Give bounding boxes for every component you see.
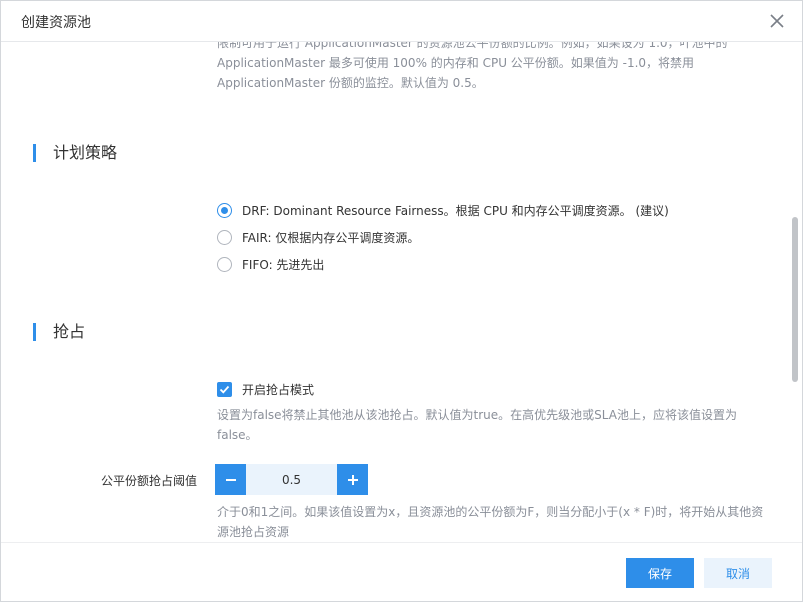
minus-icon — [225, 478, 236, 481]
dialog-title: 创建资源池 — [21, 15, 91, 31]
increment-button[interactable] — [337, 464, 368, 495]
check-icon — [219, 385, 230, 394]
threshold-input[interactable] — [246, 464, 337, 495]
radio-fair-label: FAIR: 仅根据内存公平调度资源。 — [242, 230, 420, 245]
radio-drf-label: DRF: Dominant Resource Fairness。根据 CPU 和… — [242, 203, 669, 218]
threshold-stepper[interactable] — [215, 464, 368, 495]
scheduling-policy-title: 计划策略 — [33, 144, 117, 162]
am-share-description: 限制可用于运行 ApplicationMaster 的资源池公平份额的比例。例如… — [217, 42, 728, 90]
radio-fifo-control[interactable] — [217, 256, 232, 272]
close-icon — [770, 14, 784, 28]
cancel-button[interactable]: 取消 — [704, 558, 772, 588]
enable-preemption-description: 设置为false将禁止其他池从该池抢占。默认值为true。在高优先级池或SLA池… — [217, 408, 737, 442]
enable-preemption-label: 开启抢占模式 — [242, 382, 315, 397]
close-button[interactable] — [766, 10, 788, 32]
radio-drf-control[interactable] — [217, 202, 232, 218]
scrollbar-thumb[interactable] — [792, 217, 798, 382]
threshold-label: 公平份额抢占阈值 — [100, 474, 197, 488]
radio-fifo-label: FIFO: 先进先出 — [242, 257, 325, 272]
save-button[interactable]: 保存 — [626, 558, 694, 588]
dialog-footer: 保存 取消 — [1, 542, 802, 601]
radio-drf[interactable]: DRF: Dominant Resource Fairness。根据 CPU 和… — [217, 201, 669, 219]
dialog-header: 创建资源池 — [1, 1, 802, 42]
radio-fifo[interactable]: FIFO: 先进先出 — [217, 255, 324, 273]
enable-preemption-checkbox[interactable]: 开启抢占模式 — [217, 381, 314, 397]
radio-fair-control[interactable] — [217, 229, 232, 245]
enable-preemption-control[interactable] — [217, 381, 232, 397]
radio-fair[interactable]: FAIR: 仅根据内存公平调度资源。 — [217, 228, 419, 246]
plus-icon — [347, 474, 358, 485]
create-resource-pool-dialog: 创建资源池 限制可用于运行 ApplicationMaster 的资源池公平份额… — [0, 0, 803, 602]
preemption-title: 抢占 — [33, 323, 85, 341]
threshold-description: 介于0和1之间。如果该值设置为x，且资源池的公平份额为F，则当分配小于(x * … — [217, 505, 764, 539]
dialog-body[interactable]: 限制可用于运行 ApplicationMaster 的资源池公平份额的比例。例如… — [1, 42, 802, 542]
decrement-button[interactable] — [215, 464, 246, 495]
